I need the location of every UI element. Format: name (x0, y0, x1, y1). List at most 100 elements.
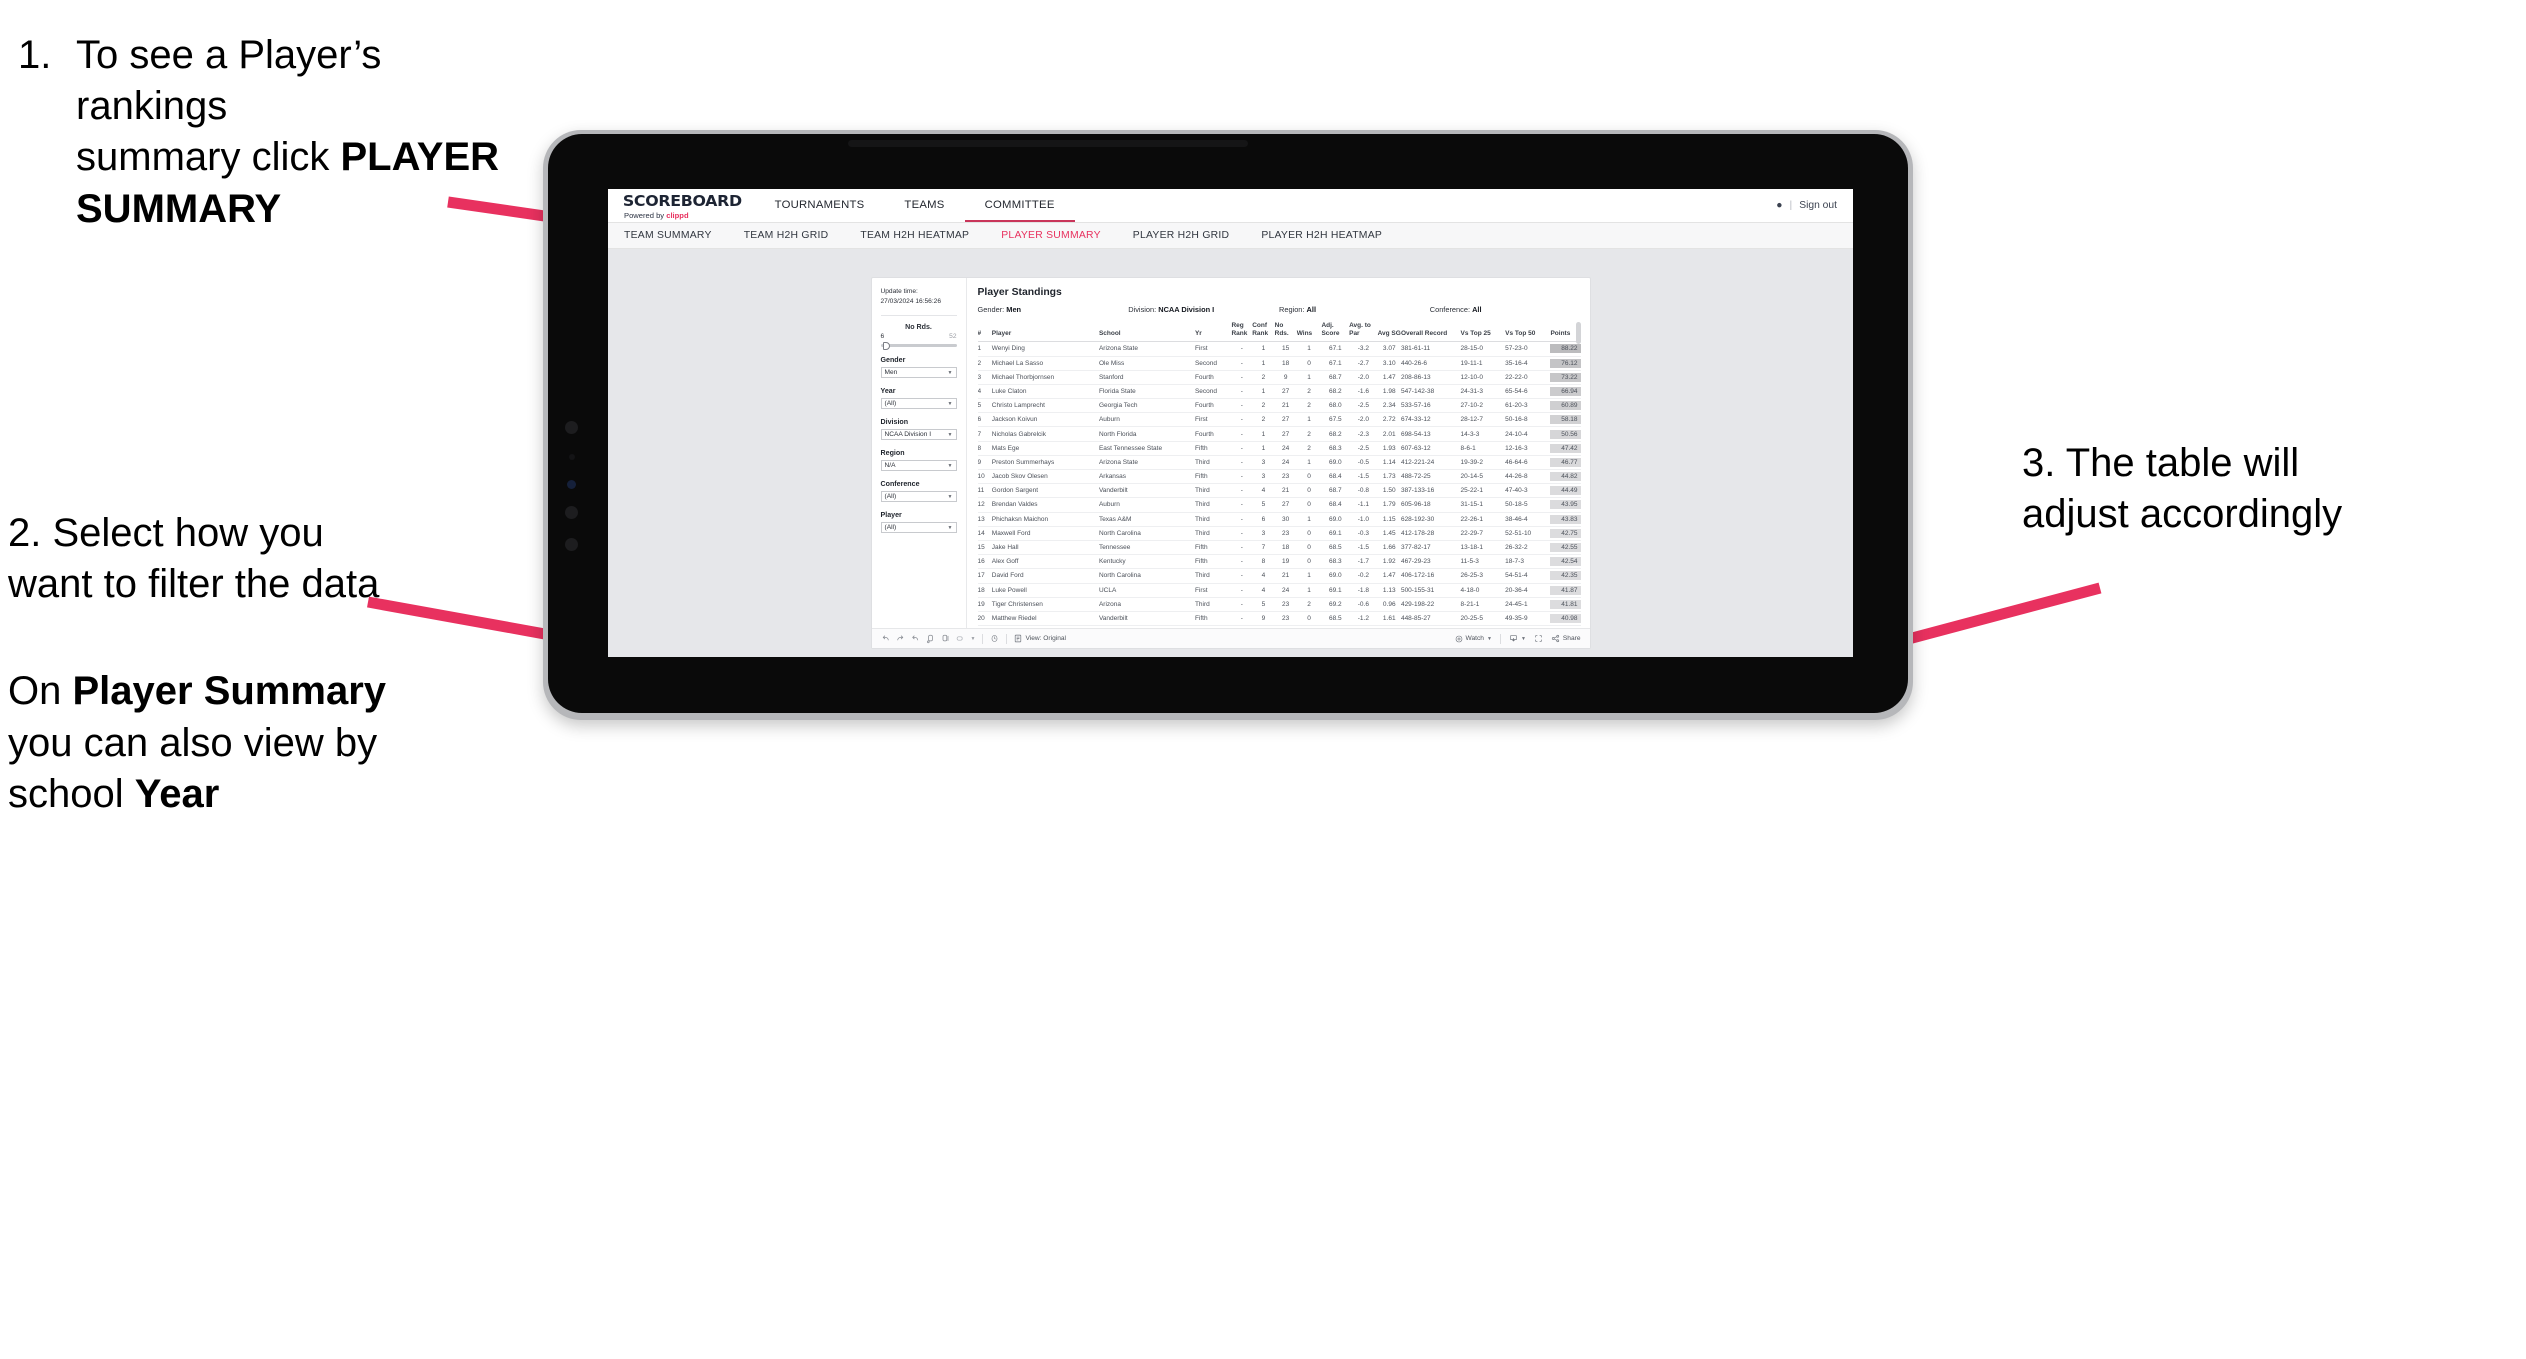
table-row[interactable]: 15 Jake Hall Tennessee Fifth -7 18 0 68.5 -1.5 1.… (977, 540, 1581, 556)
col-conf-rank[interactable]: Conf Rank (1252, 322, 1275, 343)
table-row[interactable]: 2 Michael La Sasso Ole Miss Second -1 18 0 67.1… (977, 356, 1581, 371)
visualization-body: Update time: 27/03/2024 16:56:26 No Rds.… (872, 278, 1590, 628)
table-row[interactable]: 10 Jacob Skov Olesen Arkansas Fifth -3 23 0 68.… (977, 469, 1581, 485)
table-row[interactable]: 11 Gordon Sargent Vanderbilt Third -4 21 0 68.7… (977, 483, 1581, 499)
filter-year-select[interactable]: (All) ▼ (880, 398, 957, 410)
cell-no-rounds: 18 (1274, 356, 1297, 371)
table-row[interactable]: 3 Michael Thorbjornsen Stanford Fourth -2 9 1 6… (977, 370, 1581, 385)
view-original-button[interactable]: View: Original (1014, 634, 1066, 643)
device-preview-icon[interactable] (990, 634, 999, 643)
cell-school: North Carolina (1098, 526, 1195, 541)
col-vs-top-25[interactable]: Vs Top 25 (1460, 322, 1506, 343)
refresh-data-icon[interactable] (926, 634, 935, 644)
col-player[interactable]: Player (991, 322, 1099, 343)
cell-player: Michael Thorbjornsen (991, 370, 1099, 385)
nav-teams[interactable]: TEAMS (884, 189, 964, 222)
vertical-scrollbar[interactable] (1575, 322, 1581, 344)
cell-rank: 4 (977, 384, 992, 400)
cell-avg-sg: 1.13 (1377, 583, 1401, 598)
table-row[interactable]: 6 Jackson Koivun Auburn First -2 27 1 67.5 -2.0 2… (977, 412, 1581, 428)
share-button[interactable]: Share (1551, 634, 1581, 643)
col-reg-rank[interactable]: Reg Rank (1231, 322, 1253, 343)
col-school[interactable]: School (1098, 322, 1195, 343)
custom-views-icon[interactable] (956, 634, 965, 643)
cell-reg-rank: - (1231, 441, 1253, 456)
table-row[interactable]: 21Taehoon SongWashingtonFourth-623169.2-… (977, 625, 1581, 628)
cell-no-rounds: 24 (1274, 455, 1297, 471)
col-adj-score[interactable]: Adj. Score (1321, 322, 1350, 343)
col-rank[interactable]: # (977, 322, 992, 343)
cell-school: Texas A&M (1098, 512, 1195, 527)
subnav-player-summary[interactable]: PLAYER SUMMARY (1001, 230, 1119, 241)
table-row[interactable]: 9 Preston Summerhays Arizona State Third -3 2… (977, 455, 1581, 471)
chevron-down-icon[interactable]: ▼ (971, 636, 976, 642)
cell-no-rounds: 23 (1274, 625, 1297, 628)
cell-adj-score: 68.7 (1321, 370, 1350, 385)
table-row[interactable]: 13 Phichaksn Maichon Texas A&M Third -6 30 1 69… (977, 512, 1581, 527)
subnav-team-h2h-heatmap[interactable]: TEAM H2H HEATMAP (860, 230, 987, 241)
table-row[interactable]: 4 Luke Claton Florida State Second -1 27 2 68.2… (977, 384, 1581, 400)
table-row[interactable]: 18 Luke Powell UCLA First -4 24 1 69.1 -1.8 1.13 5… (977, 583, 1581, 598)
watch-button[interactable]: Watch ▼ (1455, 635, 1492, 643)
revert-icon[interactable] (911, 634, 920, 643)
nav-committee[interactable]: COMMITTEE (964, 189, 1075, 222)
filter-gender: Gender Men ▼ (880, 356, 957, 379)
filter-conference-select[interactable]: (All) ▼ (880, 491, 957, 503)
table-row[interactable]: 8 Mats Ege East Tennessee State Fifth -1 24 2 6… (977, 441, 1581, 456)
cell-vs-top-50: 49-35-9 (1505, 611, 1551, 627)
subnav-team-summary[interactable]: TEAM SUMMARY (624, 230, 730, 241)
no-rounds-slider-handle[interactable] (882, 341, 890, 350)
no-rounds-slider[interactable] (880, 341, 957, 350)
cell-player: Christo Lamprecht (991, 398, 1099, 414)
col-wins[interactable]: Wins (1296, 322, 1322, 343)
annotation-1-number: 1. (18, 33, 52, 77)
filter-region-value: N/A (884, 462, 896, 470)
filter-gender-select[interactable]: Men ▼ (880, 367, 957, 379)
col-overall-record[interactable]: Overall Record (1400, 322, 1461, 343)
table-row[interactable]: 14 Maxwell Ford North Carolina Third -3 23 0 69… (977, 526, 1581, 541)
sign-out-link[interactable]: Sign out (1799, 200, 1837, 211)
filter-region-select[interactable]: N/A ▼ (880, 460, 957, 472)
cell-no-rounds: 24 (1274, 583, 1297, 598)
cell-overall-record: 605-96-18 (1400, 497, 1461, 513)
cell-avg-to-par: -1.2 (1349, 625, 1378, 628)
app-logo[interactable]: SCOREBOARD Powered by clippd (608, 189, 755, 222)
user-avatar-icon[interactable]: ● (1776, 200, 1782, 211)
table-row[interactable]: 19 Tiger Christensen Arizona Third -5 23 2 69.2… (977, 597, 1581, 612)
nav-tournaments[interactable]: TOURNAMENTS (755, 189, 885, 222)
table-row[interactable]: 16 Alex Goff Kentucky Fifth -8 19 0 68.3 -1.7 1.9… (977, 554, 1581, 570)
view-icon (1014, 634, 1022, 643)
col-no-rounds[interactable]: No Rds. (1274, 322, 1297, 343)
filter-division-select[interactable]: NCAA Division I ▼ (880, 429, 957, 441)
cell-conf-rank: 3 (1252, 469, 1275, 485)
filter-division: Division NCAA Division I ▼ (880, 418, 957, 441)
cell-reg-rank: - (1231, 370, 1253, 385)
table-row[interactable]: 17 David Ford North Carolina Third -4 21 1 69.0… (977, 568, 1581, 584)
cell-avg-to-par: -1.8 (1349, 583, 1378, 598)
table-row[interactable]: 7 Nicholas Gabrelcik North Florida Fourth -1… (977, 426, 1581, 442)
subnav-player-h2h-grid[interactable]: PLAYER H2H GRID (1133, 230, 1248, 241)
subnav-player-h2h-heatmap[interactable]: PLAYER H2H HEATMAP (1261, 230, 1400, 241)
points-value: 41.87 (1550, 585, 1581, 595)
col-avg-sg[interactable]: Avg SG (1377, 322, 1401, 343)
cell-avg-to-par: -1.5 (1349, 540, 1378, 556)
table-row[interactable]: 5 Christo Lamprecht Georgia Tech Fourth -2 21… (977, 398, 1581, 414)
undo-icon[interactable] (881, 634, 890, 643)
cell-vs-top-50: 22-22-0 (1505, 370, 1551, 385)
pause-updates-icon[interactable] (941, 634, 950, 644)
cell-rank: 13 (977, 512, 992, 527)
subnav-team-h2h-grid[interactable]: TEAM H2H GRID (744, 230, 847, 241)
download-button[interactable]: ▼ (1509, 634, 1526, 643)
col-avg-to-par[interactable]: Avg. to Par (1349, 322, 1378, 343)
table-row[interactable]: 12 Brendan Valdes Auburn Third -5 27 0 68.4 -1.1… (977, 497, 1581, 513)
table-row[interactable]: 20 Matthew Riedel Vanderbilt Fifth -9 23 0 68.5… (977, 611, 1581, 627)
redo-icon[interactable] (896, 634, 905, 643)
cell-overall-record: 440-26-6 (1400, 356, 1461, 371)
table-row[interactable]: 1 Wenyi Ding Arizona State First -1 15 1 67.1 -3… (977, 341, 1581, 357)
cell-adj-score: 69.0 (1321, 568, 1350, 584)
col-vs-top-50[interactable]: Vs Top 50 (1505, 322, 1551, 343)
filter-player-select[interactable]: (All) ▼ (880, 522, 957, 534)
cell-rank: 7 (977, 426, 992, 442)
fullscreen-icon[interactable] (1534, 634, 1543, 643)
col-year[interactable]: Yr (1194, 322, 1232, 343)
